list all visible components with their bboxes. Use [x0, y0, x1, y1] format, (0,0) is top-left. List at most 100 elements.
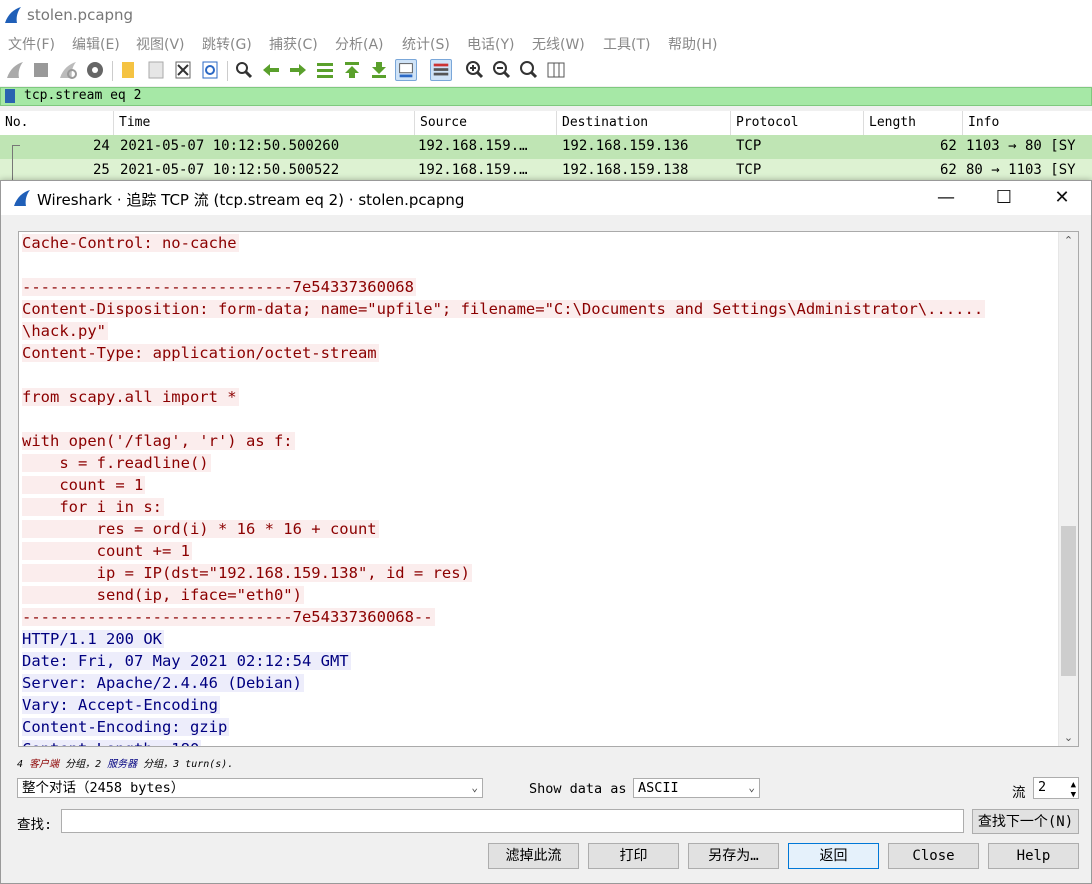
maximize-icon: ☐ — [995, 187, 1013, 208]
main-window-titlebar: stolen.pcapng — [0, 0, 1092, 30]
reload-file-icon[interactable] — [199, 59, 221, 81]
stream-line: ip = IP(dst="192.168.159.138", id = res) — [22, 562, 985, 584]
print-button[interactable]: 打印 — [588, 843, 679, 869]
stream-line-text: Content-Disposition: form-data; name="up… — [22, 300, 986, 318]
vertical-scrollbar[interactable]: ⌃ ⌄ — [1058, 232, 1078, 746]
close-window-button[interactable]: ✕ — [1033, 181, 1091, 215]
start-capture-icon[interactable] — [4, 59, 26, 81]
wireshark-logo-icon — [5, 7, 21, 23]
menu-view[interactable]: 视图(V) — [136, 34, 185, 54]
stream-line — [22, 364, 985, 386]
resize-columns-icon[interactable] — [545, 59, 567, 81]
close-button[interactable]: Close — [888, 843, 979, 869]
go-back-icon[interactable] — [260, 59, 282, 81]
column-header-length[interactable]: Length — [863, 111, 962, 135]
stream-line: Content-Type: application/octet-stream — [22, 342, 985, 364]
maximize-button[interactable]: ☐ — [975, 181, 1033, 215]
go-first-packet-icon[interactable] — [341, 59, 363, 81]
menu-bar: 文件(F) 编辑(E) 视图(V) 跳转(G) 捕获(C) 分析(A) 统计(S… — [0, 30, 1092, 56]
column-header-no[interactable]: No. — [0, 111, 113, 135]
stream-number-spinner[interactable]: 2 ▲ ▼ — [1033, 777, 1079, 800]
stop-capture-icon[interactable] — [30, 59, 52, 81]
stream-line: Content-Disposition: form-data; name="up… — [22, 298, 986, 320]
bookmark-icon[interactable] — [5, 89, 15, 103]
find-packet-icon[interactable] — [233, 59, 255, 81]
display-filter-input[interactable]: tcp.stream eq 2 — [24, 88, 141, 103]
stream-line-text: ip = IP(dst="192.168.159.138", id = res) — [22, 564, 472, 582]
restart-capture-icon[interactable] — [57, 59, 79, 81]
spin-down-icon[interactable]: ▼ — [1071, 786, 1076, 804]
menu-tools[interactable]: 工具(T) — [603, 34, 650, 54]
menu-analyze[interactable]: 分析(A) — [335, 34, 384, 54]
summary-text: 分组，2 — [59, 759, 108, 770]
conversation-line — [12, 145, 20, 146]
minimize-button[interactable]: — — [917, 181, 975, 215]
packet-protocol: TCP — [736, 138, 762, 154]
save-as-button[interactable]: 另存为… — [688, 843, 779, 869]
colorize-icon[interactable] — [430, 59, 452, 81]
filter-out-stream-button[interactable]: 滤掉此流 — [488, 843, 579, 869]
zoom-normal-icon[interactable] — [518, 59, 540, 81]
find-next-button[interactable]: 查找下一个(N) — [972, 809, 1079, 834]
stream-line: s = f.readline() — [22, 452, 985, 474]
stream-line: Date: Fri, 07 May 2021 02:12:54 GMT — [22, 650, 985, 672]
stream-line-text: -----------------------------7e543373600… — [22, 278, 416, 296]
column-header-time[interactable]: Time — [113, 111, 414, 135]
menu-statistics[interactable]: 统计(S) — [402, 34, 450, 54]
menu-capture[interactable]: 捕获(C) — [269, 34, 318, 54]
auto-scroll-icon[interactable] — [395, 59, 417, 81]
save-file-icon[interactable] — [145, 59, 167, 81]
stream-line-text — [22, 256, 24, 274]
summary-text: 分组，3 turn(s). — [137, 759, 234, 770]
zoom-in-icon[interactable] — [464, 59, 486, 81]
packet-length: 62 — [940, 162, 957, 178]
column-header-source[interactable]: Source — [414, 111, 556, 135]
menu-edit[interactable]: 编辑(E) — [72, 34, 120, 54]
scroll-down-icon[interactable]: ⌄ — [1059, 729, 1078, 746]
packet-source: 192.168.159.… — [418, 162, 528, 178]
menu-telephony[interactable]: 电话(Y) — [467, 34, 514, 54]
conversation-line — [12, 159, 13, 180]
column-header-destination[interactable]: Destination — [556, 111, 730, 135]
close-file-icon[interactable] — [172, 59, 194, 81]
capture-options-icon[interactable] — [84, 59, 106, 81]
column-header-info[interactable]: Info — [962, 111, 1092, 135]
menu-help[interactable]: 帮助(H) — [668, 34, 717, 54]
summary-count: 4 — [17, 759, 24, 770]
packet-row[interactable]: 24 2021-05-07 10:12:50.500260 192.168.15… — [0, 135, 1092, 159]
packet-source: 192.168.159.… — [418, 138, 528, 154]
conversation-line — [12, 145, 13, 159]
scroll-up-icon[interactable]: ⌃ — [1059, 232, 1078, 249]
stream-line: count = 1 — [22, 474, 985, 496]
scrollbar-thumb[interactable] — [1061, 526, 1076, 676]
packet-list-header: No. Time Source Destination Protocol Len… — [0, 111, 1092, 136]
stream-line: Content-Encoding: gzip — [22, 716, 985, 738]
conversation-select-value: 整个对话（2458 bytes） — [22, 780, 185, 796]
show-data-as-value: ASCII — [638, 780, 679, 796]
stream-line-text: for i in s: — [22, 498, 164, 516]
back-button[interactable]: 返回 — [788, 843, 879, 869]
close-icon: ✕ — [1054, 187, 1070, 208]
menu-go[interactable]: 跳转(G) — [202, 34, 252, 54]
stream-content-area[interactable]: Cache-Control: no-cache -----------------… — [18, 231, 1079, 747]
stream-line-text: count = 1 — [22, 476, 146, 494]
menu-file[interactable]: 文件(F) — [8, 34, 55, 54]
display-filter-bar[interactable]: tcp.stream eq 2 — [0, 87, 1092, 106]
show-data-as-select[interactable]: ASCII ⌄ — [633, 778, 760, 798]
menu-wireless[interactable]: 无线(W) — [532, 34, 585, 54]
stream-line — [22, 254, 985, 276]
go-last-packet-icon[interactable] — [368, 59, 390, 81]
stream-line-text: Server: Apache/2.4.46 (Debian) — [22, 674, 304, 692]
stream-summary: 4 客户端 分组，2 服务器 分组，3 turn(s). — [17, 755, 233, 770]
find-input[interactable] — [61, 809, 964, 833]
help-button[interactable]: Help — [988, 843, 1079, 869]
wireshark-logo-icon — [14, 190, 30, 206]
conversation-select[interactable]: 整个对话（2458 bytes） ⌄ — [17, 778, 483, 798]
open-file-icon[interactable] — [117, 59, 139, 81]
go-to-packet-icon[interactable] — [314, 59, 336, 81]
stream-line-text: \hack.py" — [22, 322, 108, 340]
column-header-protocol[interactable]: Protocol — [730, 111, 863, 135]
go-forward-icon[interactable] — [287, 59, 309, 81]
stream-line: for i in s: — [22, 496, 985, 518]
zoom-out-icon[interactable] — [491, 59, 513, 81]
